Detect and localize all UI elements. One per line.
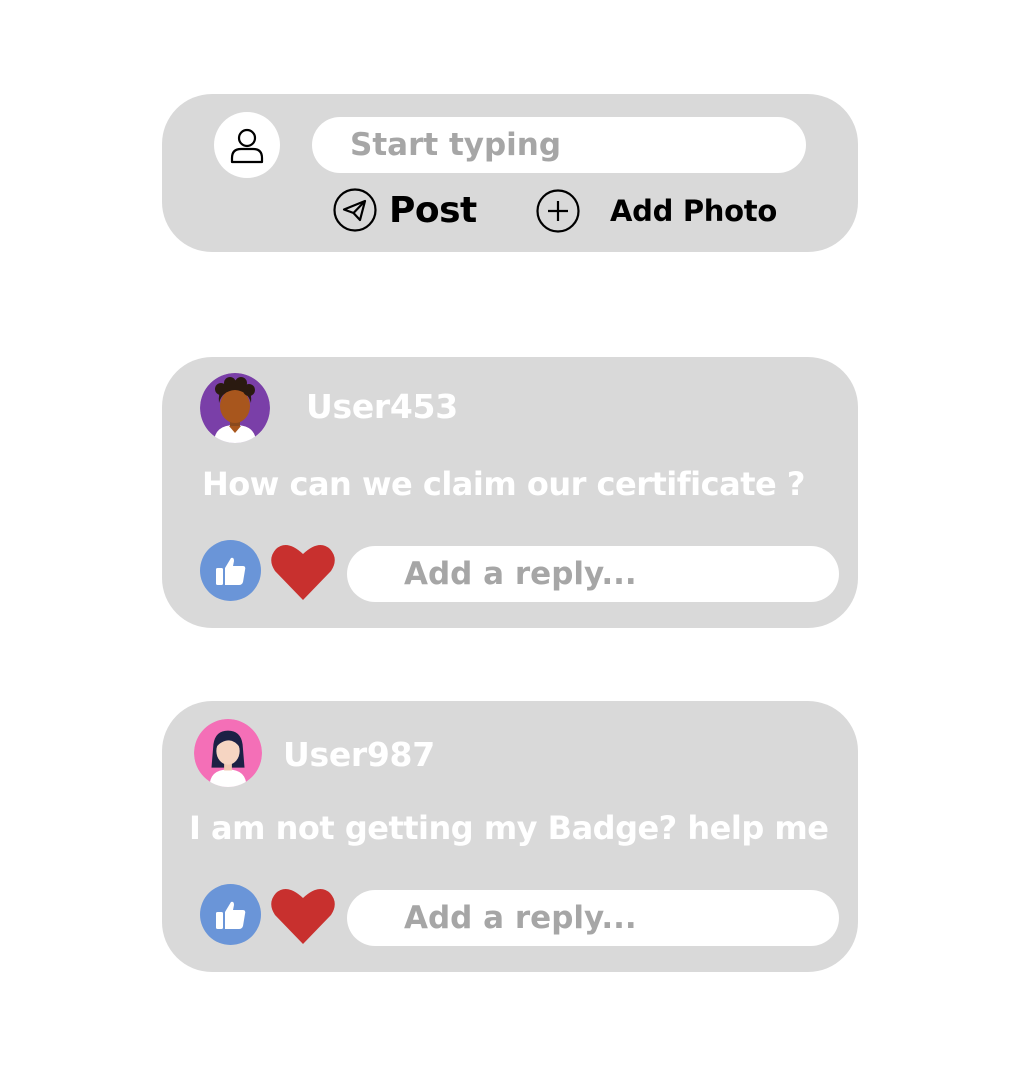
add-photo-label: Add Photo [610, 194, 777, 228]
user-avatar[interactable] [214, 112, 280, 178]
avatar-icon [200, 373, 270, 443]
like-button[interactable] [200, 884, 261, 945]
post-card: User987 I am not getting my Badge? help … [162, 701, 858, 972]
avatar[interactable] [194, 719, 262, 787]
like-button[interactable] [200, 540, 261, 601]
post-button[interactable]: Post [333, 188, 477, 232]
username[interactable]: User987 [283, 735, 435, 774]
user-icon [230, 128, 264, 164]
plus-circle-icon [536, 189, 580, 233]
username[interactable]: User453 [306, 387, 458, 426]
avatar-icon [194, 719, 262, 787]
heart-icon[interactable] [270, 542, 336, 602]
thumbs-up-icon [215, 557, 245, 585]
add-photo-button[interactable]: Add Photo [536, 189, 777, 233]
reply-input[interactable] [347, 546, 839, 602]
reply-input[interactable] [347, 890, 839, 946]
thumbs-up-icon [215, 901, 245, 929]
post-composer: Post Add Photo [162, 94, 858, 252]
compose-input[interactable] [312, 117, 806, 173]
post-card: User453 How can we claim our certificate… [162, 357, 858, 628]
send-icon [333, 188, 377, 232]
post-text: I am not getting my Badge? help me [189, 809, 829, 847]
post-text: How can we claim our certificate ? [202, 465, 805, 503]
heart-icon[interactable] [270, 886, 336, 946]
post-button-label: Post [389, 189, 477, 231]
avatar[interactable] [200, 373, 270, 443]
